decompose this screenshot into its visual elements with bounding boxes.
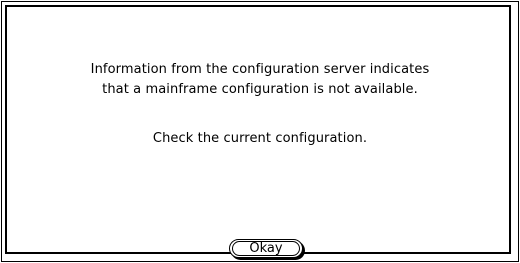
okay-button[interactable]: Okay	[229, 239, 303, 258]
message-line-1: Information from the configuration serve…	[90, 62, 430, 77]
okay-button-label: Okay	[249, 241, 283, 256]
instruction-text: Check the current configuration.	[152, 131, 368, 146]
message-line-2: that a mainframe configuration is not av…	[102, 82, 418, 97]
